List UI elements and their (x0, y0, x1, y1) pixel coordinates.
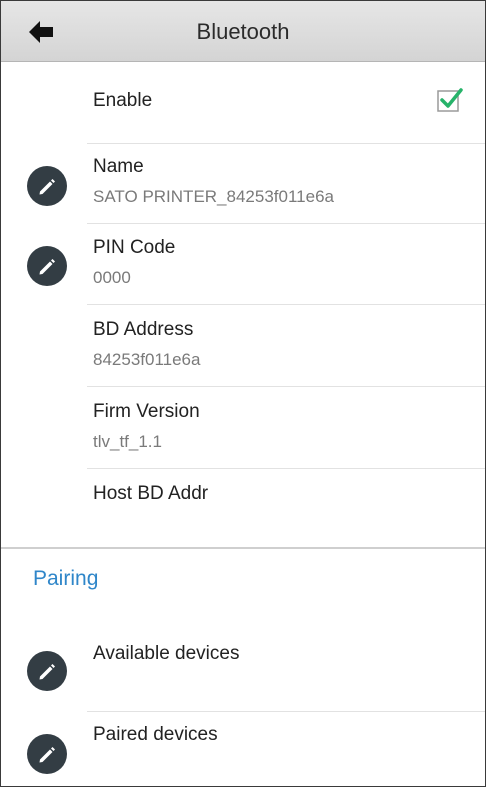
bd-address-row: BD Address 84253f011e6a (1, 305, 485, 386)
enable-row[interactable]: Enable (1, 62, 485, 144)
available-devices-label: Available devices (93, 643, 240, 664)
pencil-icon (39, 259, 55, 275)
firm-version-row: Firm Version tlv_tf_1.1 (1, 387, 485, 468)
paired-devices-button[interactable] (27, 734, 67, 774)
paired-devices-row[interactable]: Paired devices (1, 712, 485, 786)
bd-address-label: BD Address (93, 319, 194, 340)
firm-version-label: Firm Version (93, 401, 200, 422)
host-bd-addr-row: Host BD Addr (1, 469, 485, 547)
name-label: Name (93, 156, 144, 177)
pencil-icon (39, 179, 55, 195)
available-devices-button[interactable] (27, 651, 67, 691)
enable-checkbox[interactable] (437, 86, 463, 112)
enable-label: Enable (93, 90, 153, 111)
pin-code-row: PIN Code 0000 (1, 224, 485, 305)
pin-code-label: PIN Code (93, 237, 176, 258)
pencil-icon (39, 664, 55, 680)
name-row: Name SATO PRINTER_84253f011e6a (1, 144, 485, 224)
section-divider (1, 547, 485, 549)
header-bar: Bluetooth (1, 1, 485, 62)
firm-version-value: tlv_tf_1.1 (93, 432, 162, 451)
available-devices-row[interactable]: Available devices (1, 629, 485, 711)
pairing-section-title: Pairing (33, 567, 99, 590)
pencil-icon (39, 747, 55, 763)
page-title: Bluetooth (196, 19, 290, 44)
bluetooth-settings-screen: Bluetooth Enable Name SATO PRINTER_84253… (0, 0, 486, 787)
bd-address-value: 84253f011e6a (93, 350, 201, 369)
name-value: SATO PRINTER_84253f011e6a (93, 187, 334, 206)
check-icon (437, 88, 463, 112)
edit-name-button[interactable] (27, 166, 67, 206)
host-bd-addr-label: Host BD Addr (93, 483, 209, 504)
pin-code-value: 0000 (93, 268, 131, 287)
edit-pin-code-button[interactable] (27, 246, 67, 286)
paired-devices-label: Paired devices (93, 724, 218, 745)
